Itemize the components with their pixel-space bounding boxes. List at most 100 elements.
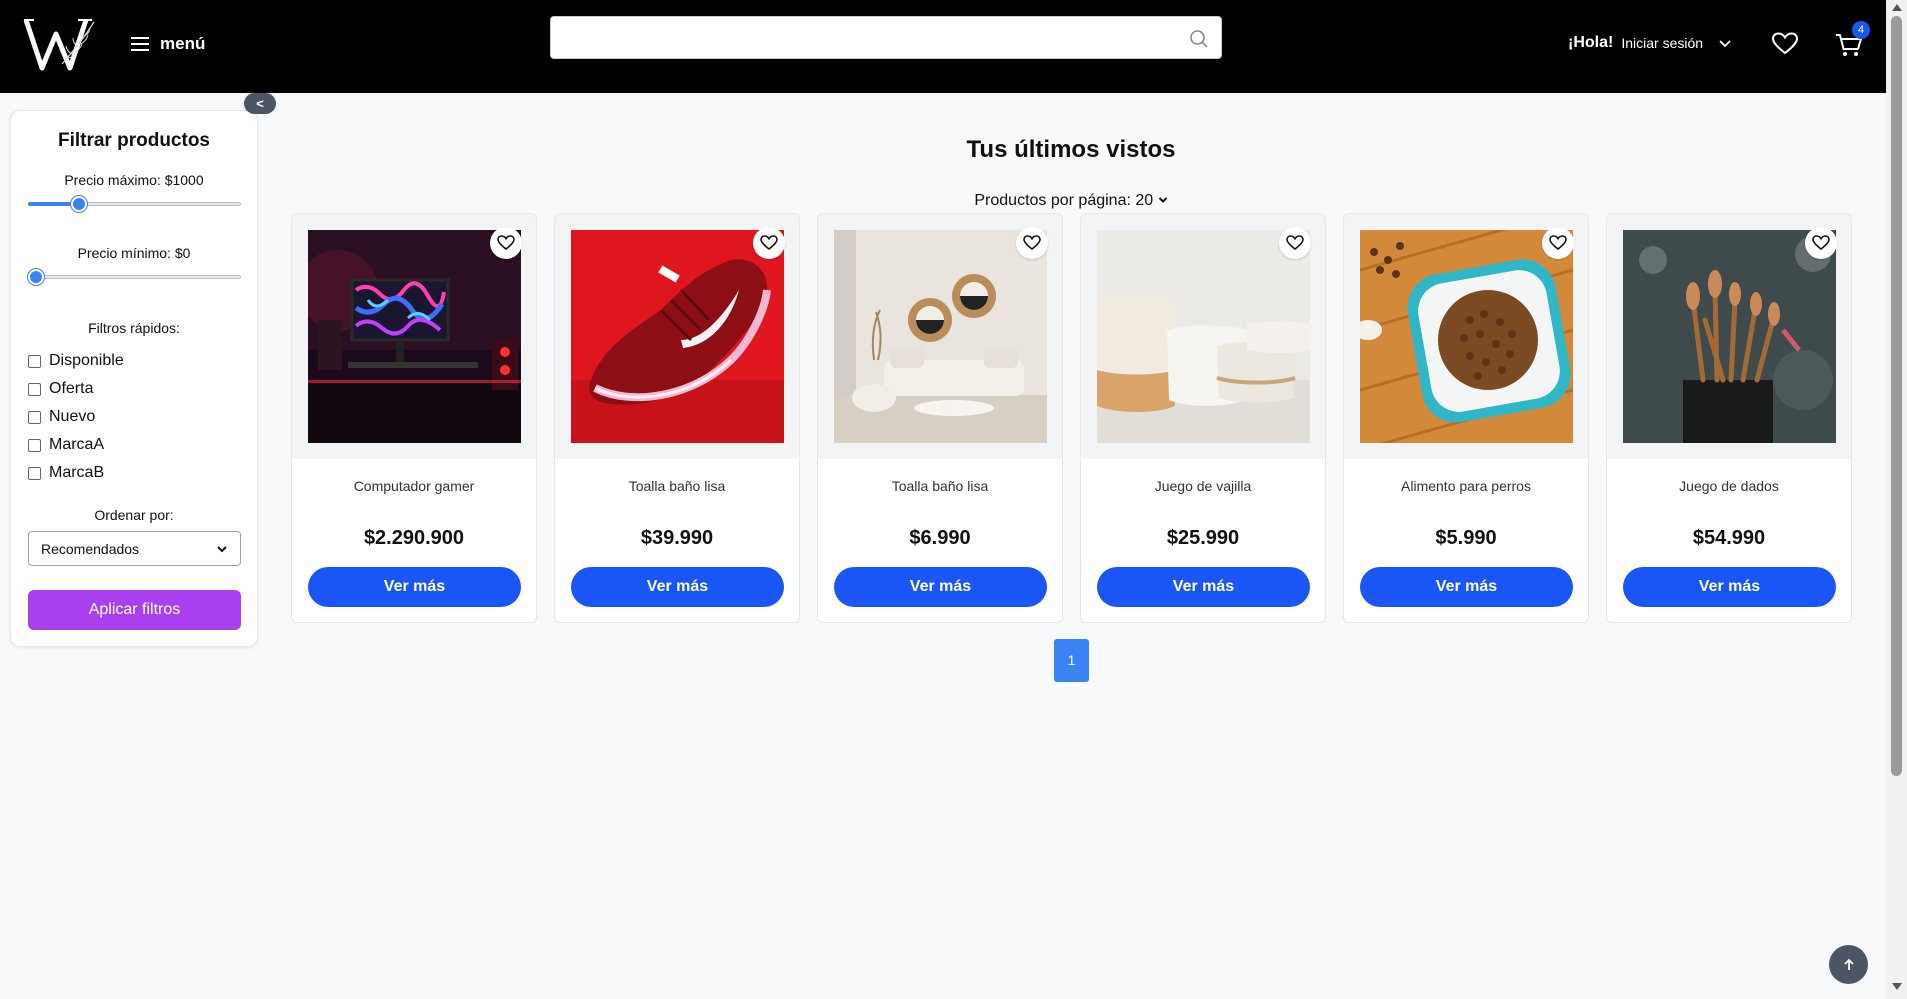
checkbox[interactable] [28, 354, 41, 368]
product-price: $25.990 [1166, 527, 1240, 549]
product-card: Alimento para perros $5.990 Ver más [1343, 213, 1589, 623]
add-to-favorites-button[interactable] [1016, 227, 1048, 259]
makeup-brushes-photo[interactable] [1623, 230, 1836, 443]
checkbox[interactable] [28, 410, 41, 424]
favorites-heart-icon[interactable] [1772, 32, 1798, 56]
per-page-label: Productos por página: 20 [974, 192, 1154, 209]
view-more-button[interactable]: Ver más [1623, 567, 1836, 607]
per-page-selector[interactable]: Productos por página: 20 [291, 192, 1851, 210]
quick-filters-list: Disponible Oferta Nuevo MarcaA MarcaB [28, 347, 124, 487]
product-image-area [1344, 214, 1588, 459]
product-card: Computador gamer $2.290.900 Ver más [291, 213, 537, 623]
add-to-favorites-button[interactable] [1805, 227, 1837, 259]
scroll-to-top-button[interactable] [1829, 945, 1868, 984]
filter-nuevo[interactable]: Nuevo [28, 403, 124, 431]
view-more-button[interactable]: Ver más [1097, 567, 1310, 607]
filter-marca-b[interactable]: MarcaB [28, 459, 124, 487]
ceramic-cups-photo[interactable] [1097, 230, 1310, 443]
view-more-button[interactable]: Ver más [308, 567, 521, 607]
add-to-favorites-button[interactable] [490, 227, 522, 259]
menu-label: menú [160, 34, 206, 53]
view-more-button[interactable]: Ver más [1360, 567, 1573, 607]
product-image-area [1607, 214, 1851, 459]
max-price-slider[interactable] [28, 195, 241, 213]
heart-icon [1812, 235, 1830, 251]
login-link[interactable]: Iniciar sesión [1621, 35, 1703, 51]
slider-thumb[interactable] [71, 196, 87, 212]
min-price-slider[interactable] [28, 268, 241, 286]
quick-filters-label: Filtros rápidos: [88, 320, 180, 336]
filter-label: MarcaB [49, 464, 105, 481]
gaming-pc-photo[interactable] [308, 230, 521, 443]
checkbox[interactable] [28, 382, 41, 396]
pagination-page-1[interactable]: 1 [1054, 639, 1089, 682]
product-name: Computador gamer [353, 478, 475, 494]
min-price-label: Precio mínimo: $0 [77, 245, 191, 261]
max-price-label: Precio máximo: $1000 [64, 172, 204, 188]
product-card: Juego de vajilla $25.990 Ver más [1080, 213, 1326, 623]
red-sneaker-photo[interactable] [571, 230, 784, 443]
product-image-area [818, 214, 1062, 459]
product-name: Toalla baño lisa [891, 478, 989, 494]
scroll-up-arrow[interactable] [1892, 4, 1902, 11]
product-grid: Computador gamer $2.290.900 Ver más Toal… [291, 213, 1852, 623]
search-bar [550, 16, 1222, 59]
product-name: Juego de vajilla [1154, 478, 1252, 494]
checkbox[interactable] [28, 438, 41, 452]
heart-icon [1023, 235, 1041, 251]
product-card: Juego de dados $54.990 Ver más [1606, 213, 1852, 623]
chevron-down-icon [1719, 40, 1731, 48]
arrow-up-icon [1843, 958, 1854, 970]
filter-title: Filtrar productos [57, 130, 210, 151]
filter-sidebar: Filtrar productos Precio máximo: $1000 P… [10, 110, 258, 647]
add-to-favorites-button[interactable] [753, 227, 785, 259]
apply-filters-button[interactable]: Aplicar filtros [28, 590, 241, 630]
collapse-sidebar-button[interactable]: < [244, 93, 276, 114]
search-icon[interactable] [1189, 29, 1209, 49]
product-name: Juego de dados [1679, 478, 1779, 494]
filter-marca-a[interactable]: MarcaA [28, 431, 124, 459]
filter-oferta[interactable]: Oferta [28, 375, 124, 403]
product-name: Toalla baño lisa [628, 478, 726, 494]
slider-thumb[interactable] [28, 269, 44, 285]
page-title: Tus últimos vistos [966, 136, 1176, 163]
brand-logo[interactable] [22, 14, 96, 72]
product-price: $39.990 [640, 527, 714, 549]
scroll-down-arrow[interactable] [1892, 983, 1902, 990]
heart-icon [497, 235, 515, 251]
product-card: Toalla baño lisa $6.990 Ver más [817, 213, 1063, 623]
order-select[interactable]: Recomendados [28, 531, 241, 566]
product-name: Alimento para perros [1401, 478, 1531, 494]
order-value: Recomendados [41, 540, 140, 557]
dog-food-bowl-photo[interactable] [1360, 230, 1573, 443]
chevron-down-icon [217, 545, 227, 552]
product-image-area [292, 214, 536, 459]
heart-icon [760, 235, 778, 251]
top-navbar: menú ¡Hola! Iniciar sesión 4 [0, 0, 1886, 93]
product-price: $54.990 [1692, 527, 1766, 549]
filter-label: Disponible [49, 352, 124, 369]
add-to-favorites-button[interactable] [1279, 227, 1311, 259]
product-image-area [1081, 214, 1325, 459]
product-image-area [555, 214, 799, 459]
view-more-button[interactable]: Ver más [834, 567, 1047, 607]
heart-icon [1549, 235, 1567, 251]
product-card: Toalla baño lisa $39.990 Ver más [554, 213, 800, 623]
search-input[interactable] [551, 17, 1221, 58]
account-menu[interactable]: ¡Hola! Iniciar sesión [1568, 34, 1733, 52]
order-label: Ordenar por: [94, 507, 174, 523]
add-to-favorites-button[interactable] [1542, 227, 1574, 259]
checkbox[interactable] [28, 466, 41, 480]
menu-button[interactable]: menú [130, 32, 205, 56]
view-more-button[interactable]: Ver más [571, 567, 784, 607]
filter-label: Nuevo [49, 408, 96, 425]
page-scrollbar[interactable] [1886, 0, 1907, 999]
filter-label: MarcaA [49, 436, 105, 453]
living-room-photo[interactable] [834, 230, 1047, 443]
chevron-down-icon [1158, 197, 1167, 203]
cart-count-badge: 4 [1852, 21, 1870, 39]
scrollbar-thumb[interactable] [1891, 16, 1902, 776]
product-price: $6.990 [909, 527, 971, 549]
filter-disponible[interactable]: Disponible [28, 347, 124, 375]
filter-label: Oferta [49, 380, 94, 397]
